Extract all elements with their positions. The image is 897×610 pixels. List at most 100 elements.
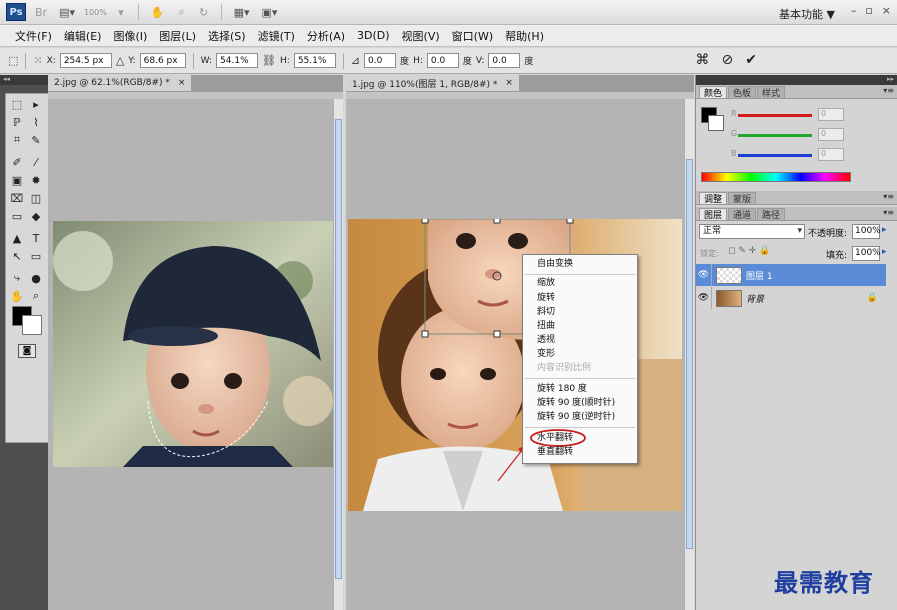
fill-field[interactable]: 100%	[852, 246, 881, 261]
horizontal-skew-field[interactable]: 0.0	[426, 53, 459, 68]
menu-item-scale[interactable]: 缩放	[537, 277, 555, 290]
menu-item-free-transform[interactable]: 自由变换	[537, 258, 573, 271]
green-value-field[interactable]: 0	[818, 128, 844, 141]
menu-item-warp[interactable]: 变形	[537, 348, 555, 361]
menu-view[interactable]: 视图(V)	[396, 28, 446, 44]
scroll-thumb[interactable]	[335, 119, 342, 579]
zoom-tool-icon[interactable]: ⌕	[174, 3, 190, 21]
blue-slider[interactable]: B 0	[731, 148, 891, 163]
collapse-icon[interactable]: ◂◂	[0, 75, 48, 85]
restore-icon[interactable]: ▫	[865, 4, 872, 17]
color-spectrum-bar[interactable]	[701, 172, 851, 182]
visibility-eye-icon[interactable]: 👁	[696, 287, 712, 309]
tab-layers[interactable]: 图层	[699, 208, 728, 221]
blur-tool-icon[interactable]: ▭	[8, 208, 26, 224]
blend-mode-select[interactable]: 正常 ▾	[699, 224, 805, 239]
green-track[interactable]	[738, 134, 812, 137]
blue-value-field[interactable]: 0	[818, 148, 844, 161]
vertical-scrollbar[interactable]	[684, 99, 694, 610]
background-color-swatch[interactable]	[22, 315, 42, 335]
3d-rotate-tool-icon[interactable]: ⤷	[8, 270, 26, 286]
menu-3d[interactable]: 3D(D)	[351, 29, 396, 42]
dodge-tool-icon[interactable]: ◆	[27, 208, 45, 224]
quick-select-tool-icon[interactable]: ⌇	[27, 114, 45, 130]
visibility-eye-icon[interactable]: 👁	[696, 264, 712, 286]
width-field[interactable]: 54.1%	[216, 53, 259, 68]
menu-item-rotate-180[interactable]: 旋转 180 度	[537, 383, 587, 396]
relative-position-icon[interactable]: △	[116, 54, 124, 67]
tab-paths[interactable]: 路径	[757, 208, 786, 221]
vertical-scrollbar[interactable]	[333, 99, 343, 610]
menu-window[interactable]: 窗口(W)	[446, 28, 499, 44]
reference-point-icon[interactable]: ⁙	[33, 54, 42, 67]
path-select-tool-icon[interactable]: ↖	[8, 248, 26, 264]
vertical-skew-field[interactable]: 0.0	[488, 53, 521, 68]
hand-tool-icon[interactable]: ✋	[148, 3, 168, 21]
scroll-thumb[interactable]	[686, 159, 693, 549]
menu-file[interactable]: 文件(F)	[9, 28, 58, 44]
menu-image[interactable]: 图像(I)	[107, 28, 153, 44]
tab-adjustments[interactable]: 调整	[699, 192, 728, 205]
menu-help[interactable]: 帮助(H)	[499, 28, 550, 44]
lasso-tool-icon[interactable]: ℙ	[8, 114, 26, 130]
minimize-icon[interactable]: –	[851, 4, 857, 17]
commit-transform-icon[interactable]: ✔	[745, 52, 757, 68]
lock-icons[interactable]: ◻ ✎ ✛ 🔒	[728, 246, 770, 256]
menu-item-skew[interactable]: 斜切	[537, 306, 555, 319]
close-icon[interactable]: ×	[505, 78, 513, 88]
panel-menu-icon[interactable]: ▾≡	[883, 192, 894, 201]
cancel-transform-icon[interactable]: ⊘	[722, 52, 734, 68]
panel-menu-icon[interactable]: ▾≡	[883, 86, 894, 95]
link-icon[interactable]: ⛓	[262, 54, 276, 67]
eraser-tool-icon[interactable]: ⌧	[8, 190, 26, 206]
menu-item-rotate-90-cw[interactable]: 旋转 90 度(顺时针)	[537, 397, 615, 410]
clone-stamp-tool-icon[interactable]: ▣	[8, 172, 26, 188]
menu-edit[interactable]: 编辑(E)	[58, 28, 108, 44]
opacity-field[interactable]: 100%	[852, 224, 881, 239]
menu-layer[interactable]: 图层(L)	[153, 28, 202, 44]
transform-tool-icon[interactable]: ⬚	[8, 54, 18, 67]
tab-color[interactable]: 颜色	[699, 86, 728, 99]
red-slider[interactable]: R 0	[731, 108, 891, 123]
rotate-view-icon[interactable]: ↻	[196, 3, 212, 21]
screen-mode-icon[interactable]: ▣▾	[259, 3, 281, 21]
history-brush-tool-icon[interactable]: ✹	[27, 172, 45, 188]
red-value-field[interactable]: 0	[818, 108, 844, 121]
quick-mask-icon[interactable]: ◙	[18, 344, 36, 358]
menu-item-distort[interactable]: 扭曲	[537, 320, 555, 333]
close-icon[interactable]: ×	[882, 4, 891, 17]
marquee-tool-icon[interactable]: ⬚	[8, 96, 26, 112]
green-slider[interactable]: G 0	[731, 128, 891, 143]
warp-mode-icon[interactable]: ⌘	[696, 52, 710, 68]
brush-tool-icon[interactable]: ⁄	[27, 154, 45, 170]
menu-analysis[interactable]: 分析(A)	[301, 28, 351, 44]
tab-masks[interactable]: 蒙版	[728, 192, 757, 205]
blue-track[interactable]	[738, 154, 812, 157]
tab-swatches[interactable]: 色板	[728, 86, 757, 99]
menu-filter[interactable]: 滤镜(T)	[252, 28, 301, 44]
menu-item-rotate[interactable]: 旋转	[537, 292, 555, 305]
zoom-dropdown-icon[interactable]: ▾	[113, 3, 129, 21]
layer-row-background[interactable]: 👁 背景 🔒	[696, 287, 886, 309]
y-position-field[interactable]: 68.6 px	[139, 53, 186, 68]
hand-tool-icon[interactable]: ✋	[8, 288, 26, 304]
opacity-arrow-icon[interactable]: ▸	[882, 225, 887, 235]
3d-orbit-tool-icon[interactable]: ●	[27, 270, 45, 286]
pen-tool-icon[interactable]: ▲	[8, 230, 26, 246]
tab-channels[interactable]: 通道	[728, 208, 757, 221]
menu-item-flip-vertical[interactable]: 垂直翻转	[537, 446, 573, 459]
eyedropper-tool-icon[interactable]: ✎	[27, 132, 45, 148]
document-tab-2jpg[interactable]: 2.jpg @ 62.1%(RGB/8#) * ×	[48, 75, 193, 92]
type-tool-icon[interactable]: T	[27, 230, 45, 246]
healing-brush-tool-icon[interactable]: ✐	[8, 154, 26, 170]
crop-tool-icon[interactable]: ⌗	[8, 132, 26, 148]
move-tool-icon[interactable]: ▸	[27, 96, 45, 112]
view-extras-icon[interactable]: ▤▾	[56, 3, 78, 21]
x-position-field[interactable]: 254.5 px	[59, 53, 112, 68]
zoom-tool-icon[interactable]: ⌕	[27, 288, 45, 304]
background-color-swatch[interactable]	[708, 115, 724, 131]
rotation-field[interactable]: 0.0	[364, 53, 397, 68]
gradient-tool-icon[interactable]: ◫	[27, 190, 45, 206]
red-track[interactable]	[738, 114, 812, 117]
bridge-icon[interactable]: Br	[32, 3, 50, 21]
